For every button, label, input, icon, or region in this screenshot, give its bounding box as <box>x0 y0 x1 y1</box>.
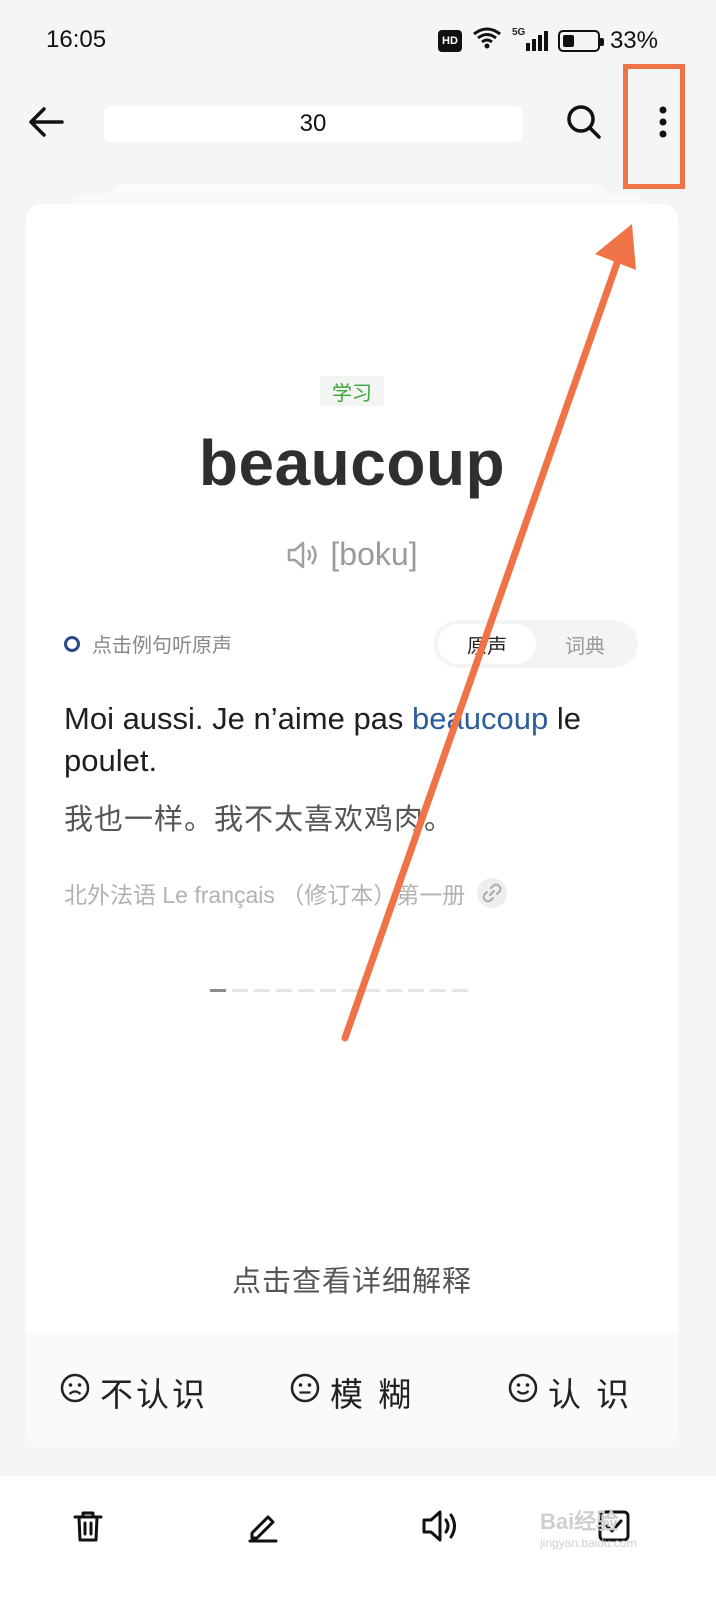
annotation-arrow <box>341 224 636 1042</box>
